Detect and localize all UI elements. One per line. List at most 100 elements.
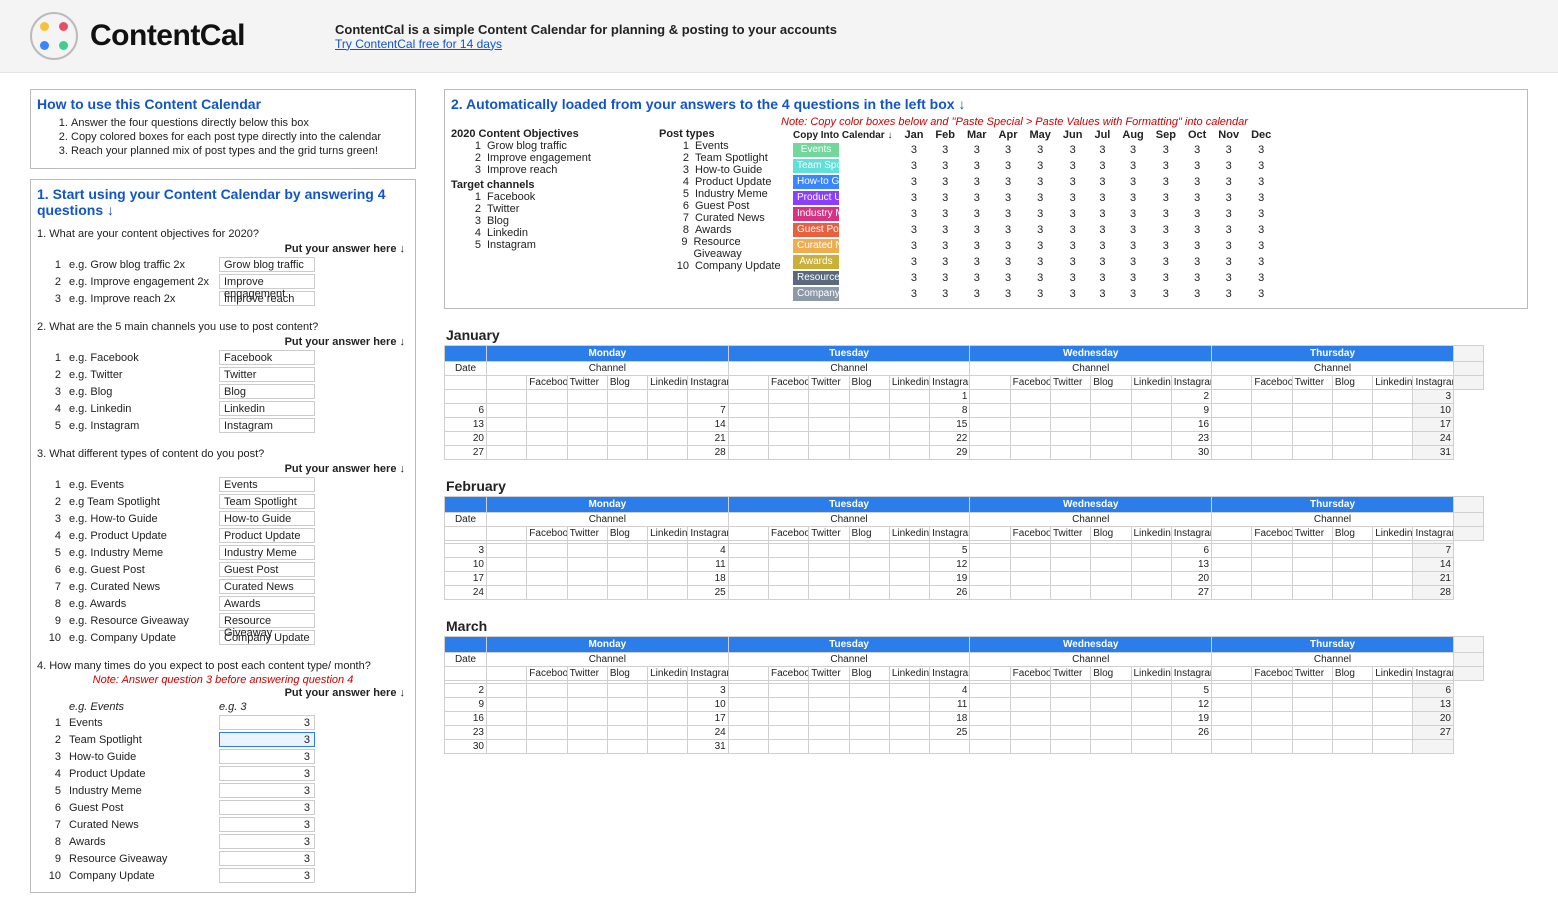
- answer-input[interactable]: 3: [219, 766, 315, 781]
- date-cell[interactable]: 18: [930, 712, 970, 726]
- date-cell[interactable]: 27: [445, 446, 487, 460]
- calendar-cell[interactable]: [527, 698, 567, 712]
- date-cell[interactable]: 10: [445, 558, 487, 572]
- calendar-cell[interactable]: [970, 740, 1010, 754]
- calendar-cell[interactable]: [1091, 726, 1131, 740]
- overview-cell[interactable]: 3: [898, 270, 929, 286]
- calendar-cell[interactable]: [567, 684, 607, 698]
- calendar-cell[interactable]: [1292, 698, 1332, 712]
- overview-cell[interactable]: 3: [1024, 158, 1057, 174]
- answer-input[interactable]: Product Update: [219, 528, 315, 543]
- calendar-cell[interactable]: [1332, 558, 1372, 572]
- calendar-cell[interactable]: [1292, 404, 1332, 418]
- calendar-cell[interactable]: [889, 740, 929, 754]
- calendar-cell[interactable]: [1373, 558, 1413, 572]
- calendar-cell[interactable]: [1050, 544, 1090, 558]
- overview-cell[interactable]: 3: [1116, 142, 1149, 158]
- overview-cell[interactable]: 3: [1212, 174, 1245, 190]
- calendar-cell[interactable]: [889, 446, 929, 460]
- date-cell[interactable]: 6: [445, 404, 487, 418]
- calendar-cell[interactable]: [1332, 390, 1372, 404]
- calendar-cell[interactable]: [1373, 712, 1413, 726]
- calendar-cell[interactable]: [527, 586, 567, 600]
- overview-cell[interactable]: 3: [961, 174, 993, 190]
- overview-cell[interactable]: 3: [993, 238, 1024, 254]
- overview-cell[interactable]: 3: [1088, 190, 1116, 206]
- calendar-cell[interactable]: [1292, 418, 1332, 432]
- calendar-cell[interactable]: [1010, 712, 1050, 726]
- overview-cell[interactable]: 3: [929, 190, 961, 206]
- calendar-cell[interactable]: [1292, 544, 1332, 558]
- date-cell[interactable]: 29: [930, 446, 970, 460]
- calendar-cell[interactable]: [1212, 726, 1252, 740]
- overview-cell[interactable]: 3: [1212, 254, 1245, 270]
- calendar-cell[interactable]: [1373, 432, 1413, 446]
- end-cell[interactable]: 7: [1413, 544, 1454, 558]
- calendar-cell[interactable]: [1091, 712, 1131, 726]
- calendar-cell[interactable]: [728, 572, 768, 586]
- calendar-cell[interactable]: [648, 446, 688, 460]
- calendar-cell[interactable]: [970, 418, 1010, 432]
- calendar-cell[interactable]: [728, 544, 768, 558]
- calendar-cell[interactable]: [768, 712, 808, 726]
- date-cell[interactable]: 18: [688, 572, 728, 586]
- overview-cell[interactable]: 3: [1182, 174, 1212, 190]
- answer-input[interactable]: 3: [219, 783, 315, 798]
- overview-cell[interactable]: 3: [1245, 270, 1277, 286]
- calendar-cell[interactable]: [1332, 446, 1372, 460]
- calendar-cell[interactable]: [809, 432, 849, 446]
- date-cell[interactable]: 11: [930, 698, 970, 712]
- date-cell[interactable]: 24: [688, 726, 728, 740]
- calendar-cell[interactable]: [1373, 740, 1413, 754]
- overview-cell[interactable]: 3: [1150, 238, 1182, 254]
- calendar-cell[interactable]: [607, 586, 647, 600]
- calendar-cell[interactable]: [487, 684, 527, 698]
- date-cell[interactable]: 4: [930, 684, 970, 698]
- calendar-cell[interactable]: [1373, 418, 1413, 432]
- calendar-cell[interactable]: [1050, 418, 1090, 432]
- calendar-cell[interactable]: [768, 404, 808, 418]
- calendar-cell[interactable]: [728, 390, 768, 404]
- overview-cell[interactable]: 3: [1024, 254, 1057, 270]
- calendar-cell[interactable]: [527, 446, 567, 460]
- overview-cell[interactable]: 3: [1182, 190, 1212, 206]
- calendar-cell[interactable]: [1252, 572, 1292, 586]
- calendar-cell[interactable]: [889, 684, 929, 698]
- calendar-cell[interactable]: [487, 726, 527, 740]
- overview-cell[interactable]: 3: [898, 222, 929, 238]
- calendar-cell[interactable]: [1332, 572, 1372, 586]
- calendar-cell[interactable]: [1050, 712, 1090, 726]
- calendar-cell[interactable]: [1373, 390, 1413, 404]
- calendar-cell[interactable]: [1131, 558, 1171, 572]
- calendar-cell[interactable]: [607, 404, 647, 418]
- calendar-cell[interactable]: [487, 572, 527, 586]
- calendar-cell[interactable]: [648, 726, 688, 740]
- calendar-cell[interactable]: [768, 390, 808, 404]
- overview-cell[interactable]: 3: [1245, 158, 1277, 174]
- overview-cell[interactable]: 3: [961, 206, 993, 222]
- calendar-cell[interactable]: [1050, 390, 1090, 404]
- calendar-cell[interactable]: [648, 684, 688, 698]
- overview-cell[interactable]: 3: [1212, 222, 1245, 238]
- calendar-cell[interactable]: [487, 558, 527, 572]
- calendar-cell[interactable]: [648, 544, 688, 558]
- calendar-cell[interactable]: [648, 404, 688, 418]
- date-cell[interactable]: 22: [930, 432, 970, 446]
- calendar-cell[interactable]: [849, 712, 889, 726]
- overview-cell[interactable]: 3: [1057, 254, 1089, 270]
- calendar-cell[interactable]: [849, 418, 889, 432]
- calendar-cell[interactable]: [970, 684, 1010, 698]
- calendar-cell[interactable]: [527, 740, 567, 754]
- overview-cell[interactable]: 3: [1212, 190, 1245, 206]
- calendar-cell[interactable]: [809, 446, 849, 460]
- overview-cell[interactable]: 3: [1182, 206, 1212, 222]
- answer-input[interactable]: Improve engagement: [219, 274, 315, 289]
- date-cell[interactable]: 13: [445, 418, 487, 432]
- calendar-cell[interactable]: [1373, 446, 1413, 460]
- calendar-cell[interactable]: [849, 740, 889, 754]
- calendar-cell[interactable]: [1131, 684, 1171, 698]
- overview-cell[interactable]: 3: [1212, 286, 1245, 302]
- calendar-cell[interactable]: [1252, 432, 1292, 446]
- calendar-cell[interactable]: [1131, 740, 1171, 754]
- calendar-cell[interactable]: [1212, 684, 1252, 698]
